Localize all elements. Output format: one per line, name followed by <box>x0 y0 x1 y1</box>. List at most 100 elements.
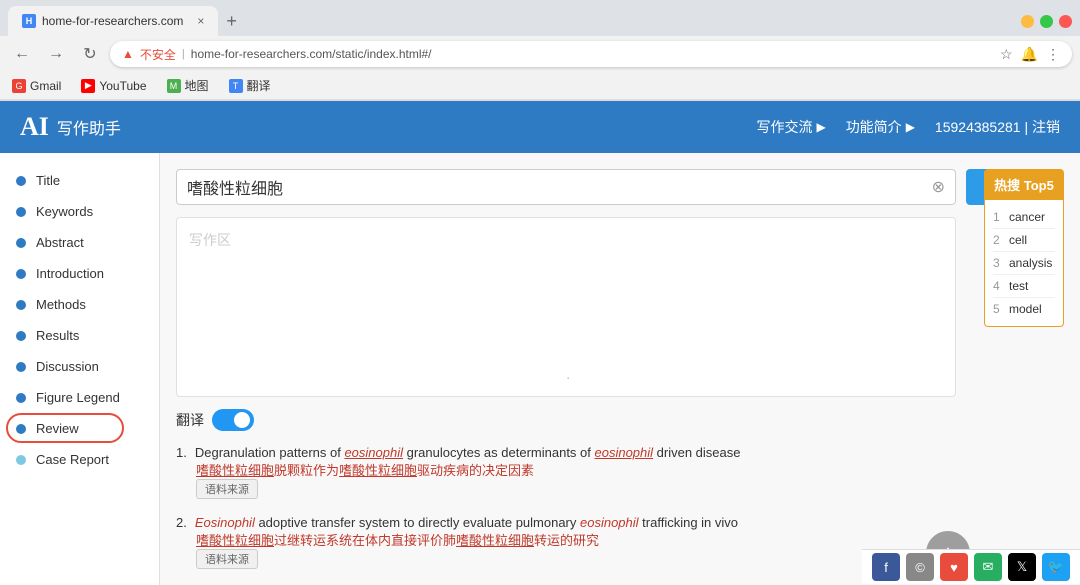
sidebar-label-case-report: Case Report <box>36 452 109 467</box>
social-icon-heart[interactable]: ♥ <box>940 553 968 581</box>
app-nav: 写作交流 ▶ 功能简介 ▶ 15924385281 | 注销 <box>756 117 1060 137</box>
hot-item-1[interactable]: 1 cancer <box>993 206 1055 229</box>
bookmarks-bar: G Gmail ▶ YouTube M 地图 T 翻译 <box>0 72 1080 100</box>
social-icon-mail[interactable]: ✉ <box>974 553 1002 581</box>
hot-word-5: model <box>1009 302 1042 316</box>
translate-row: 翻译 <box>176 409 1064 431</box>
hot-item-4[interactable]: 4 test <box>993 275 1055 298</box>
bookmark-gmail[interactable]: G Gmail <box>8 77 65 95</box>
address-bar-row: ← → ↻ ▲ 不安全 | home-for-researchers.com/s… <box>0 36 1080 72</box>
profile-icon[interactable]: 🔔 <box>1021 46 1038 63</box>
nav-features[interactable]: 功能简介 ▶ <box>846 117 915 137</box>
result-1-zh-text: 嗜酸性粒细胞脱颗粒作为嗜酸性粒细胞驱动疾病的决定因素 <box>196 463 534 478</box>
hot-panel: 热搜 Top5 1 cancer 2 cell 3 analysis <box>984 169 1064 327</box>
menu-icon[interactable]: ⋮ <box>1046 46 1060 63</box>
sidebar-label-introduction: Introduction <box>36 266 104 281</box>
result-2-zh-kw-2: 嗜酸性粒细胞 <box>456 533 534 548</box>
hot-rank-2: 2 <box>993 233 1005 247</box>
hot-rank-3: 3 <box>993 256 1005 270</box>
sidebar-label-figure-legend: Figure Legend <box>36 390 120 405</box>
refresh-button[interactable]: ↻ <box>76 40 104 68</box>
result-1-source-row: 语料来源 <box>196 479 1064 499</box>
tab-close[interactable]: × <box>197 14 204 28</box>
sidebar-item-methods[interactable]: Methods <box>0 289 159 320</box>
main-layout: Title Keywords Abstract Introduction Met… <box>0 153 1080 585</box>
youtube-icon: ▶ <box>81 79 95 93</box>
hot-word-1: cancer <box>1009 210 1045 224</box>
result-2-source-badge[interactable]: 语料来源 <box>196 549 258 569</box>
hot-rank-5: 5 <box>993 302 1005 316</box>
sidebar-item-results[interactable]: Results <box>0 320 159 351</box>
sidebar-item-figure-legend[interactable]: Figure Legend <box>0 382 159 413</box>
address-bar[interactable]: ▲ 不安全 | home-for-researchers.com/static/… <box>110 41 1072 67</box>
translate-label: 翻译 <box>247 77 271 94</box>
social-icon-facebook[interactable]: f <box>872 553 900 581</box>
sidebar-label-title: Title <box>36 173 60 188</box>
minimize-btn[interactable] <box>1021 15 1034 28</box>
nav-phone-logout[interactable]: 15924385281 | 注销 <box>935 117 1060 137</box>
hot-item-5[interactable]: 5 model <box>993 298 1055 320</box>
result-1-keyword-2: eosinophil <box>595 445 654 460</box>
back-button[interactable]: ← <box>8 40 36 68</box>
active-tab[interactable]: H home-for-researchers.com × <box>8 6 218 36</box>
sidebar-dot-keywords <box>16 207 26 217</box>
result-2-num: 2. <box>176 515 187 530</box>
address-bar-icons: ☆ 🔔 ⋮ <box>1000 46 1060 63</box>
tab-favicon: H <box>22 14 36 28</box>
new-tab-button[interactable]: + <box>226 11 237 32</box>
sidebar-item-title[interactable]: Title <box>0 165 159 196</box>
sidebar-item-introduction[interactable]: Introduction <box>0 258 159 289</box>
result-1-zh-kw-2: 嗜酸性粒细胞 <box>339 463 417 478</box>
sidebar-dot-review <box>16 424 26 434</box>
nav-writing-exchange[interactable]: 写作交流 ▶ <box>756 117 825 137</box>
gmail-icon: G <box>12 79 26 93</box>
result-2-en-text: Eosinophil adoptive transfer system to d… <box>195 515 738 530</box>
window-controls <box>1021 15 1072 28</box>
sidebar-item-abstract[interactable]: Abstract <box>0 227 159 258</box>
sidebar-dot-methods <box>16 300 26 310</box>
star-icon[interactable]: ☆ <box>1000 46 1013 63</box>
sidebar-dot-introduction <box>16 269 26 279</box>
bookmark-youtube[interactable]: ▶ YouTube <box>77 77 150 95</box>
result-1-num: 1. <box>176 445 187 460</box>
sidebar-item-discussion[interactable]: Discussion <box>0 351 159 382</box>
url-text: home-for-researchers.com/static/index.ht… <box>191 47 994 61</box>
result-1-title-en: Degranulation patterns of eosinophil gra… <box>195 445 741 460</box>
social-icon-x[interactable]: 𝕏 <box>1008 553 1036 581</box>
result-1-source-badge[interactable]: 语料来源 <box>196 479 258 499</box>
sidebar-label-abstract: Abstract <box>36 235 84 250</box>
app-header: AI 写作助手 写作交流 ▶ 功能简介 ▶ 15924385281 | 注销 <box>0 101 1080 153</box>
sidebar-item-case-report[interactable]: Case Report <box>0 444 159 475</box>
result-1-title-row: 1. Degranulation patterns of eosinophil … <box>176 445 1064 460</box>
translate-toggle[interactable] <box>212 409 254 431</box>
close-btn[interactable] <box>1059 15 1072 28</box>
hot-word-3: analysis <box>1009 256 1052 270</box>
social-icon-twitter[interactable]: 🐦 <box>1042 553 1070 581</box>
result-1-en-text: Degranulation patterns of eosinophil gra… <box>195 445 741 460</box>
result-2-title-row: 2. Eosinophil adoptive transfer system t… <box>176 515 1064 530</box>
sidebar: Title Keywords Abstract Introduction Met… <box>0 153 160 585</box>
content-area: 热搜 Top5 1 cancer 2 cell 3 analysis <box>160 153 1080 585</box>
sidebar-label-methods: Methods <box>36 297 86 312</box>
toggle-slider <box>212 409 254 431</box>
nav-arrow-1: ▶ <box>816 120 825 134</box>
forward-button[interactable]: → <box>42 40 70 68</box>
gmail-label: Gmail <box>30 79 61 93</box>
sidebar-item-review[interactable]: Review <box>0 413 159 444</box>
sidebar-dot-results <box>16 331 26 341</box>
hot-item-2[interactable]: 2 cell <box>993 229 1055 252</box>
bookmark-translate[interactable]: T 翻译 <box>225 75 275 96</box>
result-1-keyword-1: eosinophil <box>344 445 403 460</box>
sidebar-item-keywords[interactable]: Keywords <box>0 196 159 227</box>
hot-item-3[interactable]: 3 analysis <box>993 252 1055 275</box>
youtube-label: YouTube <box>99 79 146 93</box>
search-clear-button[interactable]: ⊗ <box>932 177 945 197</box>
result-2-zh-text: 嗜酸性粒细胞过继转运系统在体内直接评价肺嗜酸性粒细胞转运的研究 <box>196 533 599 548</box>
nav-writing-exchange-label: 写作交流 <box>756 117 812 137</box>
result-item-1: 1. Degranulation patterns of eosinophil … <box>176 445 1064 499</box>
maximize-btn[interactable] <box>1040 15 1053 28</box>
social-icon-copyright[interactable]: © <box>906 553 934 581</box>
writing-area[interactable]: 写作区 . <box>176 217 956 397</box>
security-text: 不安全 <box>140 46 176 63</box>
bookmark-maps[interactable]: M 地图 <box>163 75 213 96</box>
